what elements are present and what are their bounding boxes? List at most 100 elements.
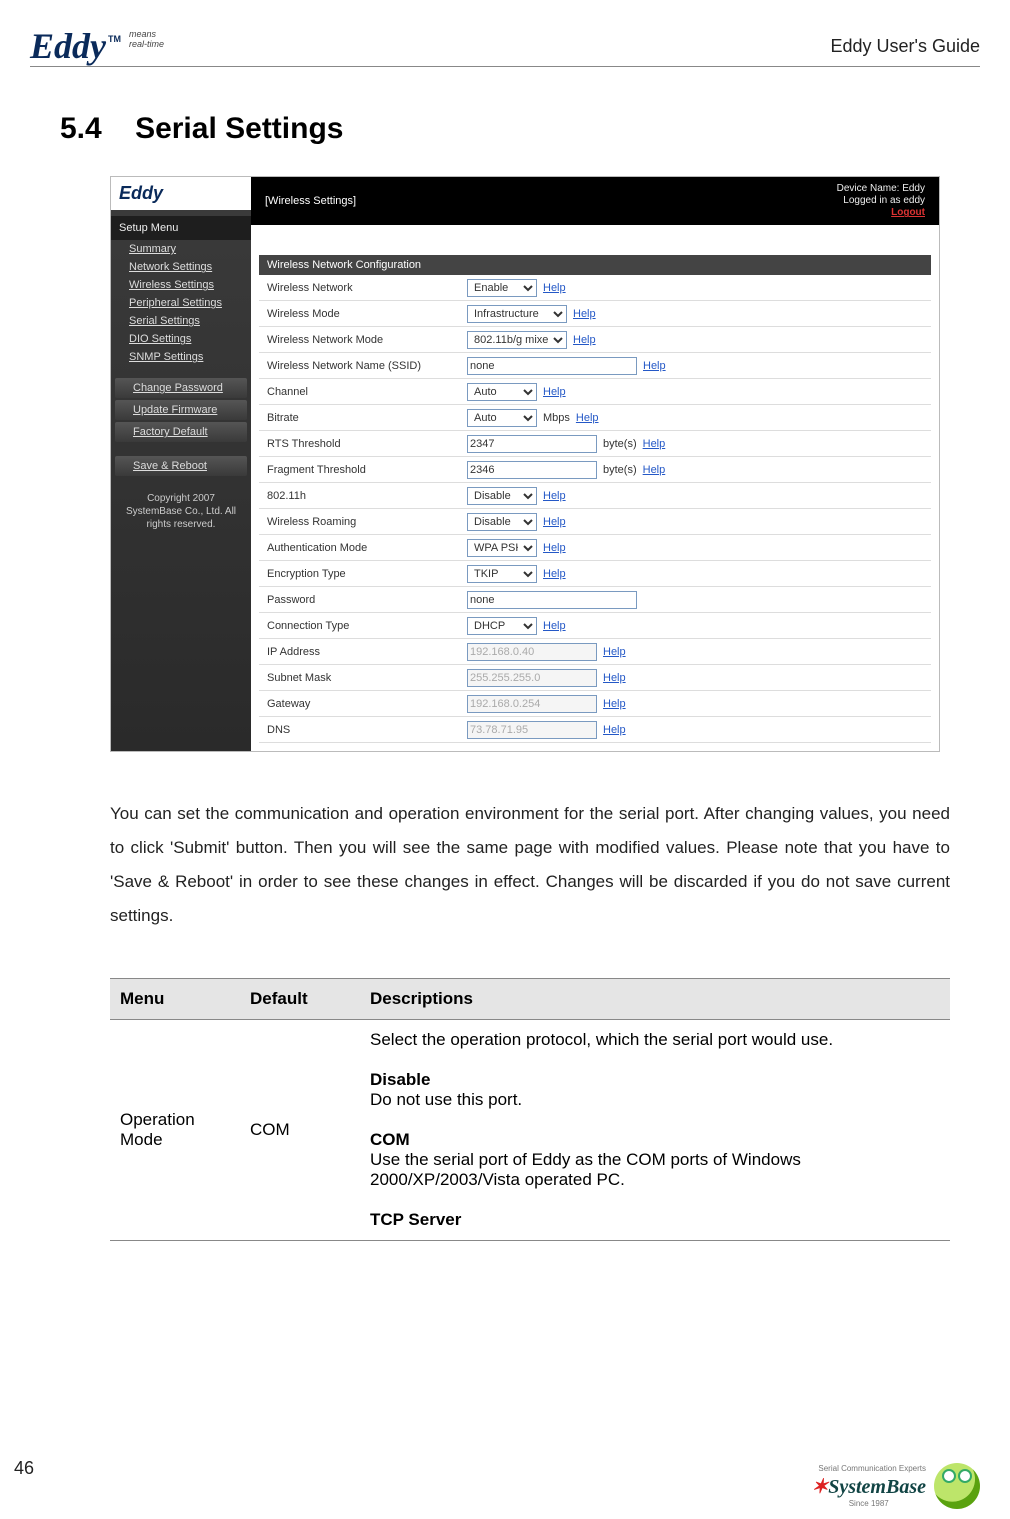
config-row-control: byte(s) Help	[467, 435, 665, 453]
cell-default: COM	[240, 1020, 360, 1241]
config-row-label: 802.11h	[267, 490, 467, 502]
config-input[interactable]	[467, 461, 597, 479]
config-row: IP AddressHelp	[259, 639, 931, 665]
help-link[interactable]: Help	[543, 542, 566, 554]
sidebar-item-wireless[interactable]: Wireless Settings	[111, 276, 251, 294]
help-link[interactable]: Help	[603, 672, 626, 684]
help-link[interactable]: Help	[603, 724, 626, 736]
desc-opt2-title: COM	[370, 1130, 940, 1150]
config-row-label: Channel	[267, 386, 467, 398]
config-row: Wireless NetworkEnable Help	[259, 275, 931, 301]
config-row-control: Help	[467, 721, 626, 739]
help-link[interactable]: Help	[573, 334, 596, 346]
config-input[interactable]	[467, 591, 637, 609]
config-input[interactable]	[467, 435, 597, 453]
config-select[interactable]: DHCP	[467, 617, 537, 635]
logo-sub-2: real-time	[129, 40, 164, 50]
config-row-label: Authentication Mode	[267, 542, 467, 554]
sidebar-item-snmp[interactable]: SNMP Settings	[111, 348, 251, 366]
help-link[interactable]: Help	[543, 516, 566, 528]
config-row-control: Help	[467, 357, 666, 375]
help-link[interactable]: Help	[573, 308, 596, 320]
config-row: Gateway Help	[259, 691, 931, 717]
config-row-control: Help	[467, 643, 626, 661]
config-row-label: Password	[267, 594, 467, 606]
config-input[interactable]	[467, 357, 637, 375]
help-link[interactable]: Help	[543, 620, 566, 632]
config-input	[467, 695, 597, 713]
config-row: Subnet MaskHelp	[259, 665, 931, 691]
config-row-label: RTS Threshold	[267, 438, 467, 450]
help-link[interactable]: Help	[576, 412, 599, 424]
config-input	[467, 669, 597, 687]
sidebar-item-factory-default[interactable]: Factory Default	[115, 422, 247, 442]
config-select[interactable]: WPA PSK	[467, 539, 537, 557]
config-unit: byte(s)	[603, 438, 637, 450]
config-row: Authentication ModeWPA PSK Help	[259, 535, 931, 561]
config-row: BitrateAutoMbpsHelp	[259, 405, 931, 431]
help-link[interactable]: Help	[643, 360, 666, 372]
help-link[interactable]: Help	[543, 490, 566, 502]
topbar: [Wireless Settings] Device Name: Eddy Lo…	[251, 177, 939, 225]
config-select[interactable]: 802.11b/g mixed	[467, 331, 567, 349]
sidebar-item-update-firmware[interactable]: Update Firmware	[115, 400, 247, 420]
eddy-logo: Eddy TM means real-time	[30, 30, 164, 62]
config-row-label: Bitrate	[267, 412, 467, 424]
config-select[interactable]: Infrastructure	[467, 305, 567, 323]
config-row-control: TKIP Help	[467, 565, 566, 583]
help-link[interactable]: Help	[643, 464, 666, 476]
page-number: 46	[14, 1458, 34, 1479]
help-link[interactable]: Help	[643, 438, 666, 450]
config-row-control: Infrastructure Help	[467, 305, 596, 323]
frog-icon	[934, 1463, 980, 1509]
sidebar-item-peripheral[interactable]: Peripheral Settings	[111, 294, 251, 312]
config-row-control: AutoMbpsHelp	[467, 409, 599, 427]
config-row-control: Enable Help	[467, 279, 566, 297]
config-row: Wireless Network Name (SSID)Help	[259, 353, 931, 379]
logout-link[interactable]: Logout	[891, 207, 925, 218]
help-link[interactable]: Help	[603, 698, 626, 710]
config-row-label: Wireless Network	[267, 282, 467, 294]
help-link[interactable]: Help	[603, 646, 626, 658]
help-link[interactable]: Help	[543, 568, 566, 580]
config-input	[467, 643, 597, 661]
config-row: Wireless ModeInfrastructure Help	[259, 301, 931, 327]
desc-opt1-body: Do not use this port.	[370, 1090, 940, 1110]
config-select[interactable]: TKIP	[467, 565, 537, 583]
help-link[interactable]: Help	[543, 282, 566, 294]
config-row: 802.11hDisable Help	[259, 483, 931, 509]
config-row-label: Encryption Type	[267, 568, 467, 580]
sidebar-item-save-reboot[interactable]: Save & Reboot	[115, 456, 247, 476]
guide-title: Eddy User's Guide	[830, 36, 980, 57]
logo-main-text: Eddy	[30, 30, 106, 62]
th-default: Default	[240, 979, 360, 1020]
th-menu: Menu	[110, 979, 240, 1020]
config-select[interactable]: Auto	[467, 409, 537, 427]
config-row-label: Gateway	[267, 698, 467, 710]
config-row: RTS Threshold byte(s) Help	[259, 431, 931, 457]
config-select[interactable]: Disable	[467, 513, 537, 531]
config-row: Wireless RoamingDisableHelp	[259, 509, 931, 535]
logged-in-as: Logged in as eddy	[837, 195, 925, 207]
sidebar-item-network[interactable]: Network Settings	[111, 258, 251, 276]
help-link[interactable]: Help	[543, 386, 566, 398]
sidebar-item-dio[interactable]: DIO Settings	[111, 330, 251, 348]
config-row: DNSHelp	[259, 717, 931, 743]
config-select[interactable]: Enable	[467, 279, 537, 297]
sidebar-item-serial[interactable]: Serial Settings	[111, 312, 251, 330]
sidebar-item-summary[interactable]: Summary	[111, 240, 251, 258]
sidebar-menu-label: Setup Menu	[111, 216, 251, 240]
config-select[interactable]: Auto	[467, 383, 537, 401]
sidebar-item-change-password[interactable]: Change Password	[115, 378, 247, 398]
config-row-label: Wireless Mode	[267, 308, 467, 320]
config-select[interactable]: Disable	[467, 487, 537, 505]
desc-opt2-body: Use the serial port of Eddy as the COM p…	[370, 1150, 940, 1190]
config-row-label: Fragment Threshold	[267, 464, 467, 476]
config-input	[467, 721, 597, 739]
sidebar-logo: Eddy	[111, 177, 251, 210]
desc-opt1-title: Disable	[370, 1070, 940, 1090]
settings-table: Menu Default Descriptions Operation Mode…	[110, 978, 950, 1241]
desc-intro: Select the operation protocol, which the…	[370, 1030, 940, 1050]
config-row-control: DHCP Help	[467, 617, 566, 635]
body-paragraph: You can set the communication and operat…	[110, 797, 950, 933]
